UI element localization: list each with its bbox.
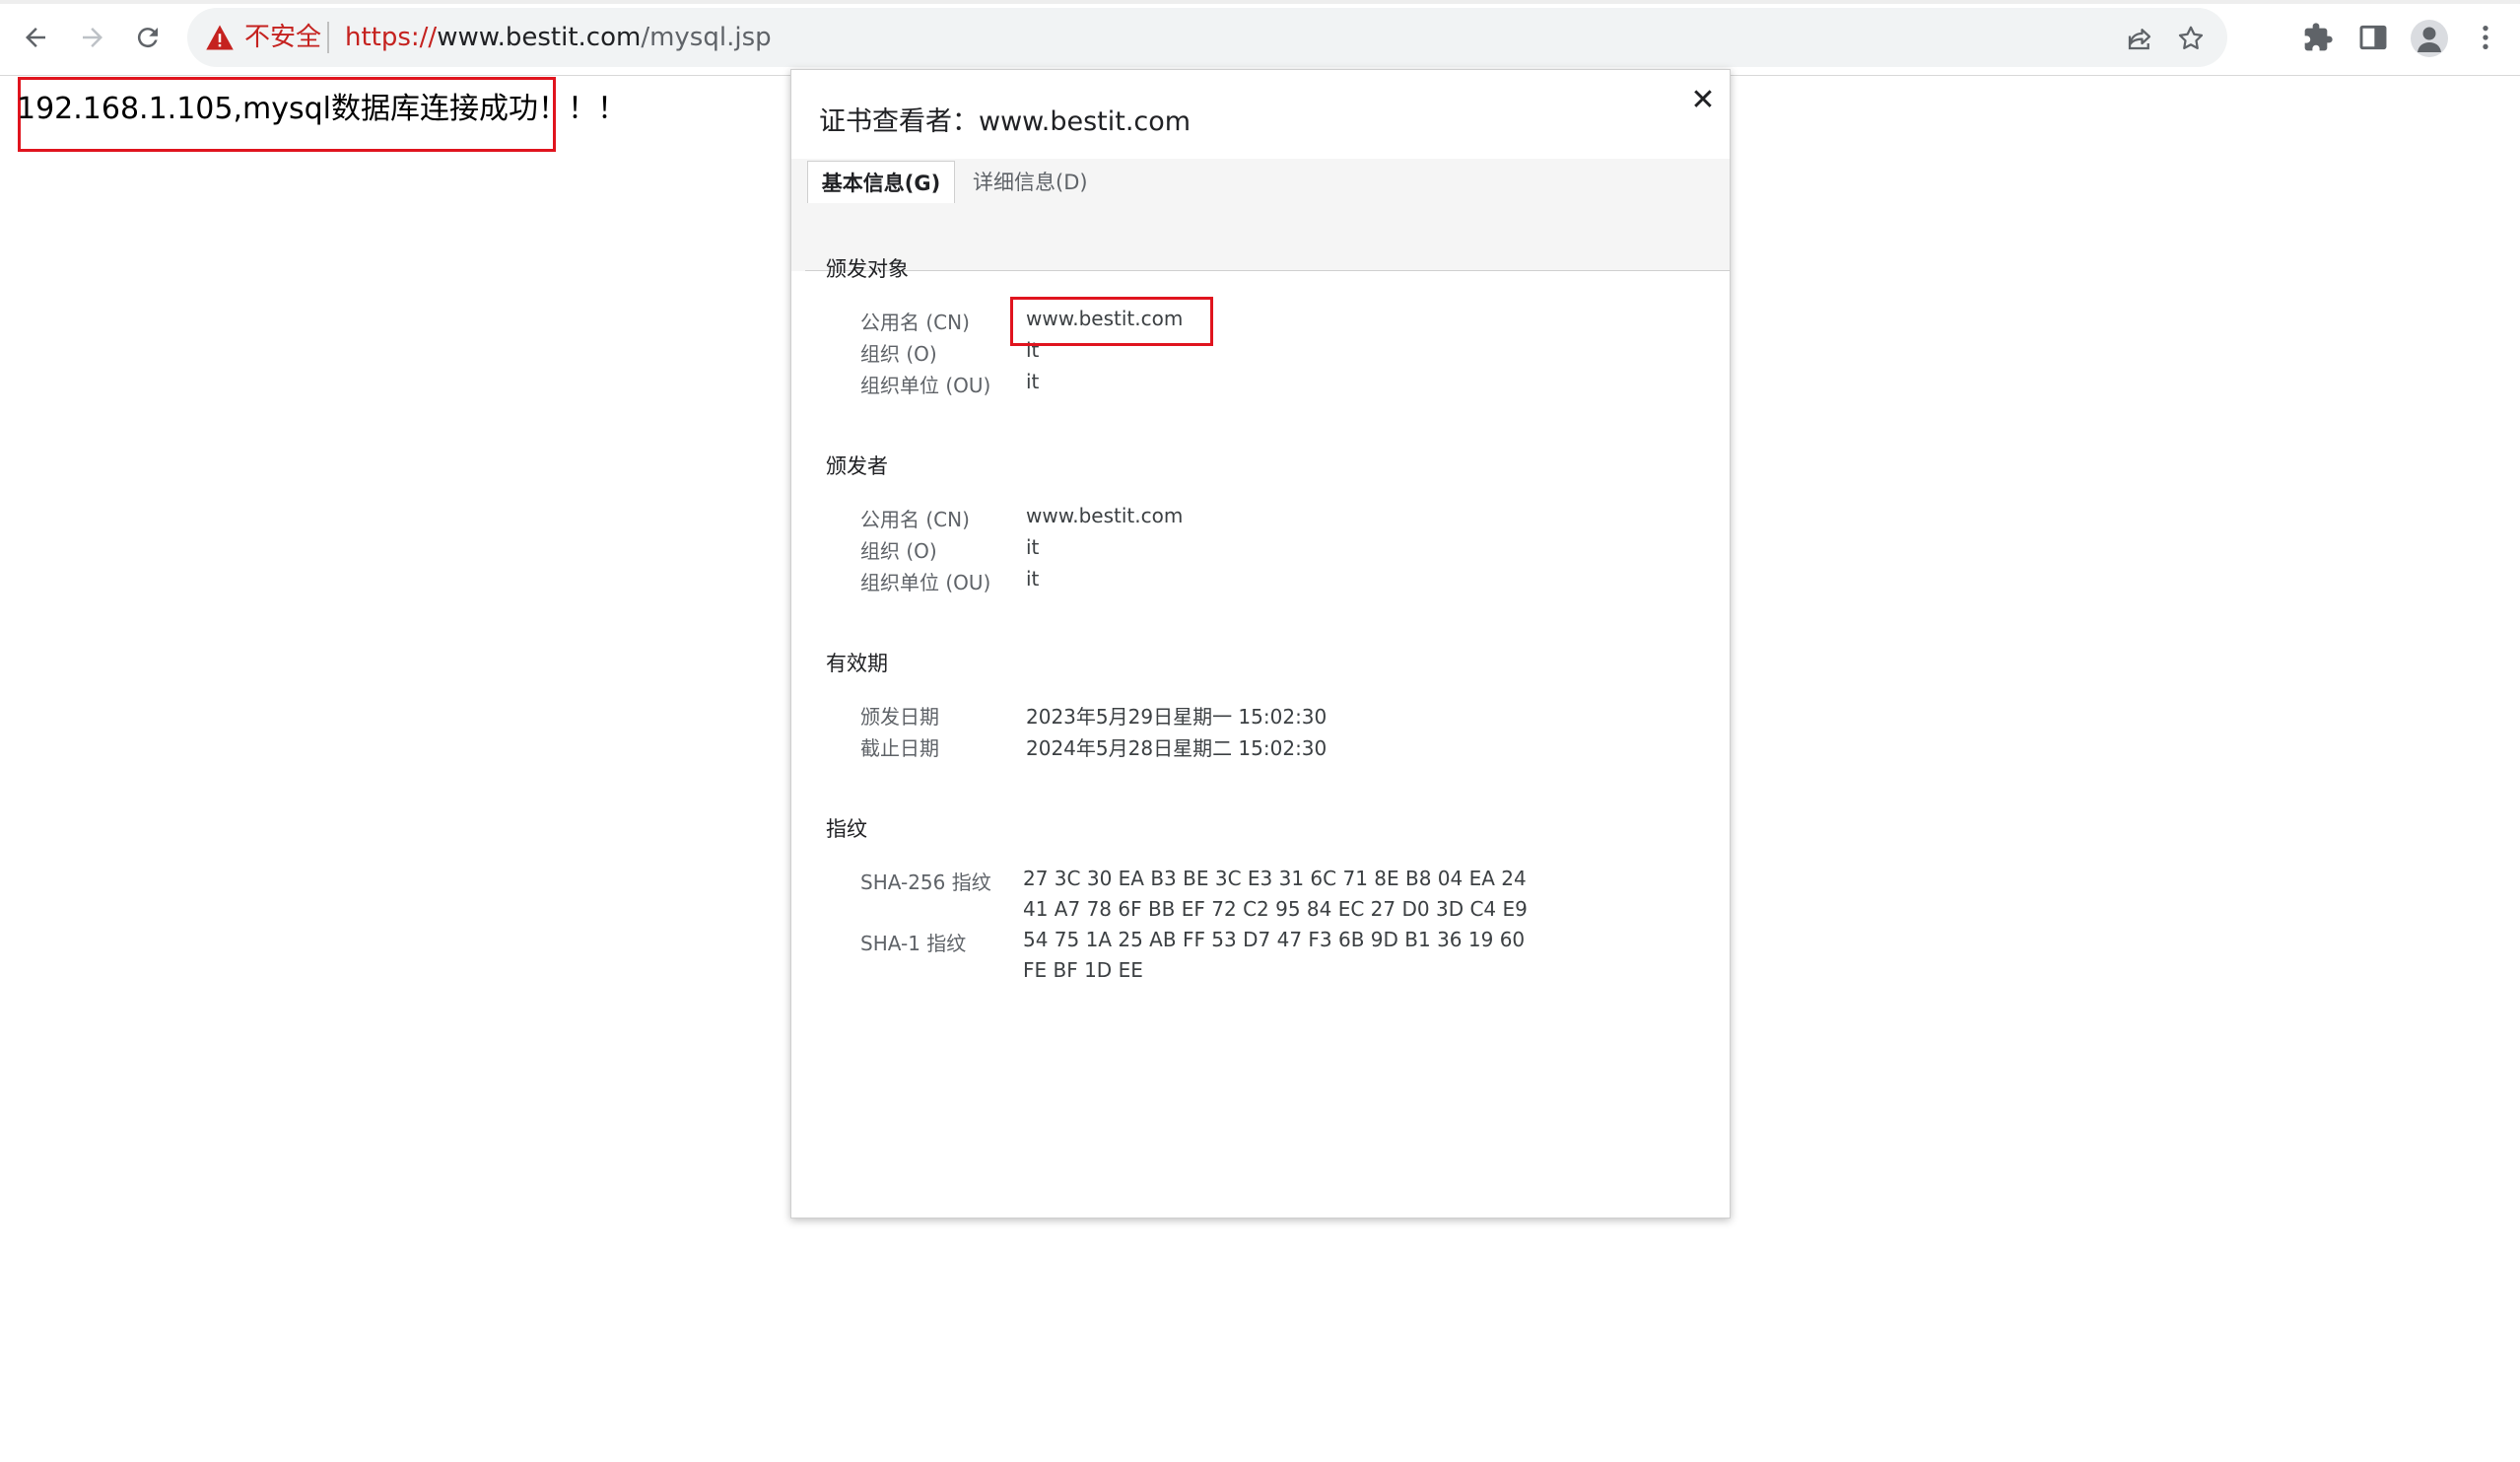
issued-to-ou-value: it: [1026, 370, 1040, 393]
dialog-title: 证书查看者：www.bestit.com: [819, 106, 1192, 137]
sha256-value-line-1: 27 3C 30 EA B3 BE 3C E3 31 6C 71 8E B8 0…: [1023, 867, 1527, 890]
reload-button[interactable]: [126, 16, 170, 59]
browser-toolbar: 不安全 https://www.bestit.com/mysql.jsp: [0, 0, 2520, 76]
expiry-date-value: 2024年5月28日星期二 15:02:30: [1026, 736, 1328, 760]
arrow-right-icon: [83, 28, 102, 47]
validity-heading: 有效期: [826, 652, 888, 675]
tab-strip-edge: [0, 0, 2520, 4]
profile-avatar[interactable]: [2411, 20, 2448, 57]
url-path: /mysql.jsp: [641, 23, 772, 52]
issued-to-heading: 颁发对象: [826, 257, 909, 281]
security-status-label[interactable]: 不安全: [244, 20, 321, 55]
issued-by-cn-value: www.bestit.com: [1026, 504, 1184, 527]
person-icon: [2418, 27, 2441, 52]
issued-by-cn-label: 公用名 (CN): [860, 508, 970, 531]
issued-to-o-label: 组织 (O): [860, 342, 937, 366]
issued-by-heading: 颁发者: [826, 454, 888, 478]
issued-by-ou-value: it: [1026, 567, 1040, 591]
forward-button[interactable]: [71, 16, 114, 59]
tab-basic-info[interactable]: 基本信息(G): [807, 161, 955, 203]
tab-details[interactable]: 详细信息(D): [973, 161, 1088, 204]
url-scheme: https://: [345, 23, 438, 52]
arrow-left-icon: [26, 28, 45, 47]
cn-highlight-box: [1010, 297, 1213, 346]
certificate-viewer-dialog: 证书查看者：www.bestit.com ✕ 基本信息(G) 详细信息(D) 颁…: [790, 69, 1731, 1218]
sha256-label: SHA-256 指纹: [860, 870, 991, 894]
sha256-value-line-2: 41 A7 78 6F BB EF 72 C2 95 84 EC 27 D0 3…: [1023, 897, 1528, 921]
star-bookmark-icon[interactable]: [2176, 24, 2206, 53]
issued-by-ou-label: 组织单位 (OU): [860, 571, 991, 594]
sha1-value-line-2: FE BF 1D EE: [1023, 958, 1143, 982]
side-panel-icon[interactable]: [2357, 22, 2389, 53]
url-host: www.bestit.com: [437, 23, 642, 52]
warning-triangle-icon: [206, 25, 234, 50]
sha1-value-line-1: 54 75 1A 25 AB FF 53 D7 47 F3 6B 9D B1 3…: [1023, 928, 1526, 951]
connection-message-highlight: 192.168.1.105,mysql数据库连接成功！！！: [17, 77, 627, 152]
issued-to-ou-label: 组织单位 (OU): [860, 374, 991, 397]
address-bar[interactable]: 不安全 https://www.bestit.com/mysql.jsp: [187, 8, 2227, 67]
expiry-date-label: 截止日期: [860, 736, 939, 760]
reload-icon: [137, 28, 158, 48]
issued-by-o-label: 组织 (O): [860, 539, 937, 563]
fingerprints-heading: 指纹: [826, 817, 867, 841]
connection-message: 192.168.1.105,mysql数据库连接成功！！！: [17, 92, 627, 126]
issued-by-o-value: it: [1026, 535, 1040, 559]
kebab-menu-icon[interactable]: [2470, 22, 2501, 53]
share-icon[interactable]: [2125, 24, 2154, 53]
extensions-puzzle-icon[interactable]: [2302, 22, 2334, 53]
tab-divider: [805, 270, 1730, 271]
issued-to-cn-label: 公用名 (CN): [860, 311, 970, 334]
back-button[interactable]: [14, 16, 57, 59]
issued-date-label: 颁发日期: [860, 705, 939, 729]
sha1-label: SHA-1 指纹: [860, 932, 967, 955]
url-text[interactable]: https://www.bestit.com/mysql.jsp: [345, 20, 772, 55]
omnibox-separator: [327, 22, 329, 53]
close-icon: ✕: [1690, 83, 1716, 117]
close-button[interactable]: ✕: [1688, 86, 1718, 115]
issued-date-value: 2023年5月29日星期一 15:02:30: [1026, 705, 1328, 729]
